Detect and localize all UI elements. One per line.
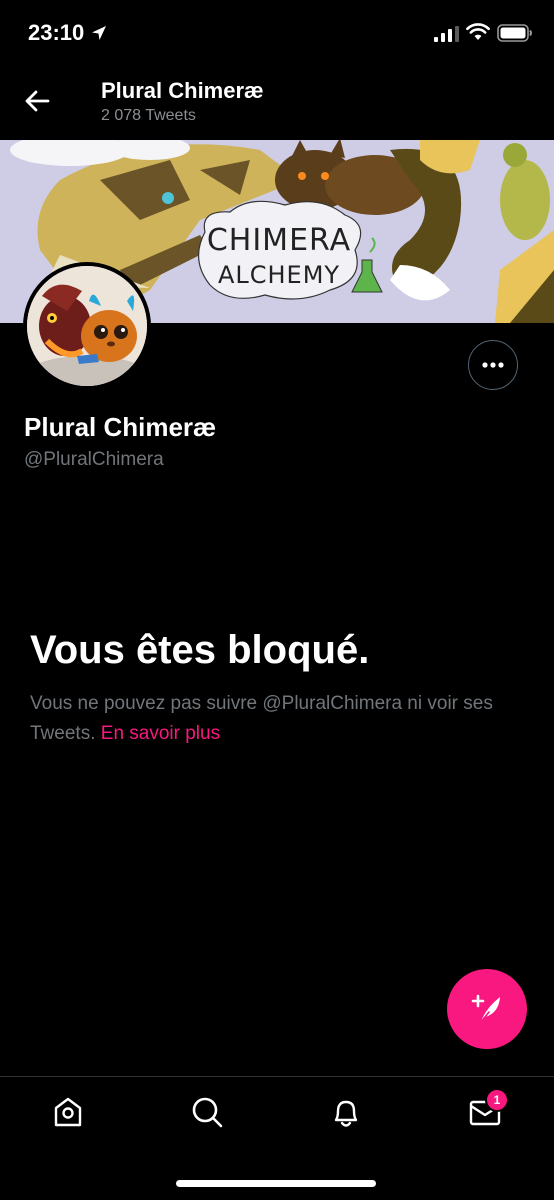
more-horizontal-icon bbox=[482, 362, 504, 368]
blocked-description-text: Vous ne pouvez pas suivre @PluralChimera… bbox=[30, 693, 493, 744]
profile-name: Plural Chimeræ bbox=[24, 412, 217, 442]
avatar-artwork bbox=[27, 266, 147, 386]
blocked-description: Vous ne pouvez pas suivre @PluralChimera… bbox=[30, 689, 530, 749]
messages-badge: 1 bbox=[485, 1088, 509, 1112]
banner-text-line2: ALCHEMY bbox=[217, 261, 341, 289]
banner-text-line1: CHIMERA bbox=[206, 223, 352, 258]
compose-tweet-icon bbox=[471, 994, 500, 1023]
status-time: 23:10 bbox=[28, 20, 85, 45]
home-icon[interactable] bbox=[50, 1094, 86, 1130]
profile-handle: @PluralChimera bbox=[24, 449, 164, 470]
location-arrow-icon bbox=[92, 26, 106, 40]
bell-icon[interactable] bbox=[328, 1094, 364, 1130]
search-icon[interactable] bbox=[189, 1094, 225, 1130]
more-options-button[interactable] bbox=[468, 340, 518, 390]
learn-more-link[interactable]: En savoir plus bbox=[101, 723, 220, 744]
home-indicator bbox=[176, 1180, 376, 1187]
battery-icon bbox=[497, 24, 532, 42]
signal-icon bbox=[434, 26, 459, 42]
header-title: Plural Chimeræ bbox=[101, 78, 264, 103]
status-bar: 23:10 bbox=[0, 0, 554, 70]
banner-text: CHIMERA ALCHEMY bbox=[200, 224, 358, 292]
tweet-count: 2 078 Tweets bbox=[101, 107, 196, 124]
back-button[interactable] bbox=[20, 84, 54, 118]
blocked-title: Vous êtes bloqué. bbox=[30, 628, 370, 672]
compose-tweet-button[interactable] bbox=[447, 969, 527, 1049]
avatar[interactable] bbox=[23, 262, 151, 390]
wifi-icon bbox=[466, 23, 490, 40]
